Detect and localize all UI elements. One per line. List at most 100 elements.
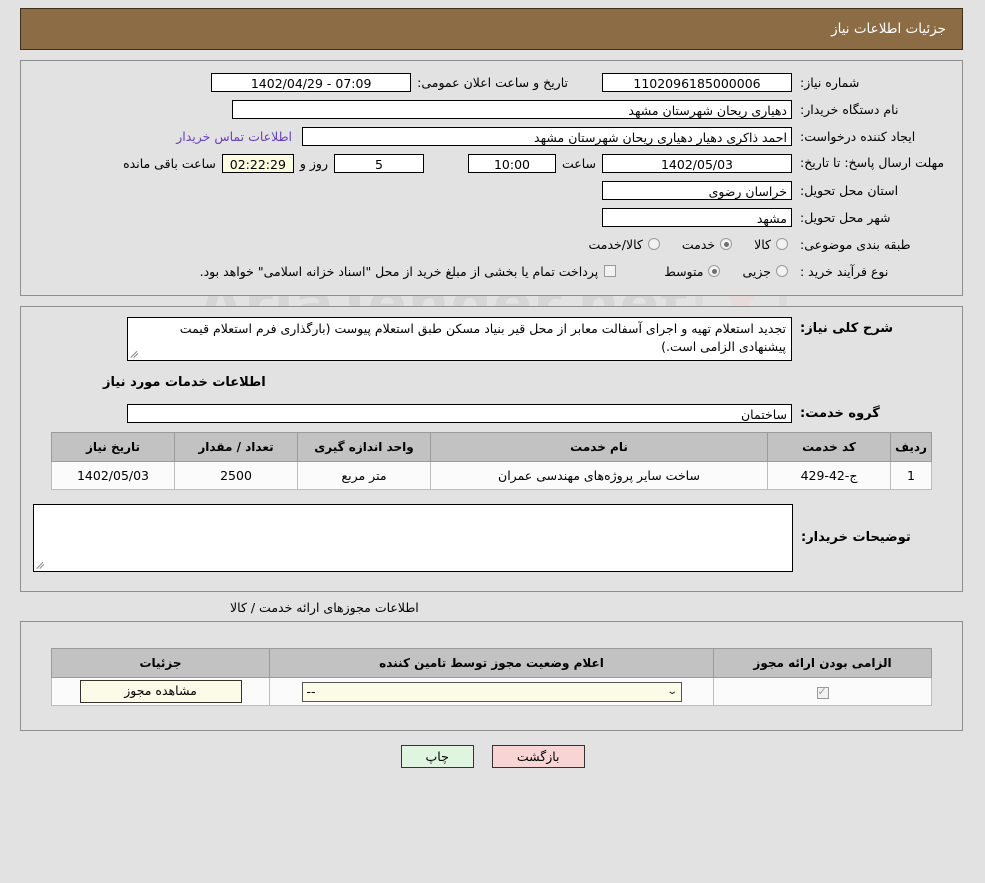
radio-icon-motevaset[interactable] <box>708 265 721 277</box>
announce-datetime-value: 07:09 - 1402/04/29 <box>211 72 412 92</box>
cell-permit-required <box>713 677 932 706</box>
back-button[interactable]: بازگشت <box>491 745 585 768</box>
print-button[interactable]: چاپ <box>400 745 474 768</box>
announce-datetime-label: تاریخ و ساعت اعلان عمومی: <box>417 74 568 90</box>
radio-icon-khedmat[interactable] <box>720 238 733 250</box>
buyer-notes-label: توضیحات خریدار: <box>801 530 911 545</box>
row-need-number: شماره نیاز: 1102096185000006 تاریخ و ساع… <box>33 71 950 93</box>
permit-status-select[interactable]: ⌄ -- <box>301 681 682 702</box>
buyer-contact-link[interactable]: اطلاعات تماس خریدار <box>166 129 302 144</box>
services-table-wrapper: ردیف کد خدمت نام خدمت واحد اندازه گیری ت… <box>51 432 932 490</box>
need-number-label: شماره نیاز: <box>800 74 860 90</box>
services-section-title: اطلاعات خدمات مورد نیاز <box>103 375 266 390</box>
creator-value: احمد ذاکری دهیار دهیاری ریحان شهرستان مش… <box>302 126 792 146</box>
view-permit-button[interactable]: مشاهده مجوز <box>79 680 242 703</box>
category-label: طبقه بندی موضوعی: <box>800 236 911 252</box>
category-option-khedmat-label: خدمت <box>681 236 716 252</box>
permits-table-wrapper: الزامی بودن ارائه مجوز اعلام وضعیت مجوز … <box>51 648 932 706</box>
th-quantity: تعداد / مقدار <box>174 432 298 462</box>
page-header: جزئیات اطلاعات نیاز <box>20 8 963 50</box>
cell-permit-status: ⌄ -- <box>269 677 714 706</box>
buyer-notes-textarea[interactable] <box>33 504 793 572</box>
chevron-down-icon: ⌄ <box>666 685 679 697</box>
countdown-timer: 02:22:29 <box>221 153 294 173</box>
table-row: 1 ج-42-429 ساخت سایر پروژه‌های مهندسی عم… <box>51 461 932 490</box>
cell-unit: متر مربع <box>297 461 431 490</box>
footer-actions: بازگشت چاپ <box>0 745 985 768</box>
payment-text: پرداخت تمام یا بخشی از مبلغ خرید از محل … <box>199 263 599 279</box>
cell-service-name: ساخت سایر پروژه‌های مهندسی عمران <box>430 461 768 490</box>
category-option-kala[interactable]: کالا <box>754 237 788 252</box>
description-label: شرح کلی نیاز: <box>800 321 894 336</box>
services-table-header-row: ردیف کد خدمت نام خدمت واحد اندازه گیری ت… <box>51 432 932 462</box>
permits-table-header-row: الزامی بودن ارائه مجوز اعلام وضعیت مجوز … <box>51 648 932 678</box>
page-title: جزئیات اطلاعات نیاز <box>831 21 946 37</box>
row-description: شرح کلی نیاز: تجدید استعلام تهیه و اجرای… <box>33 317 950 361</box>
cell-permit-details: مشاهده مجوز <box>51 677 270 706</box>
permit-status-value: -- <box>306 683 316 699</box>
row-service-group: گروه خدمت: ساختمان <box>33 402 950 424</box>
category-option-khedmat[interactable]: خدمت <box>681 236 733 252</box>
days-label: روز و <box>299 155 328 171</box>
th-service-name: نام خدمت <box>430 432 768 462</box>
payment-checkbox[interactable] <box>604 265 617 277</box>
row-creator: ایجاد کننده درخواست: احمد ذاکری دهیار ده… <box>33 125 950 147</box>
radio-icon-kala-khedmat[interactable] <box>647 238 660 250</box>
cell-quantity: 2500 <box>174 461 298 490</box>
remaining-days: 5 <box>333 153 424 173</box>
services-table: ردیف کد خدمت نام خدمت واحد اندازه گیری ت… <box>51 432 932 490</box>
hour-label: ساعت <box>561 155 596 171</box>
row-deadline: مهلت ارسال پاسخ: تا تاریخ: 1402/05/03 سا… <box>33 152 950 174</box>
deadline-date: 1402/05/03 <box>602 153 792 173</box>
th-service-code: کد خدمت <box>767 432 891 462</box>
province-value: خراسان رضوی <box>602 180 792 200</box>
row-buyer-notes: توضیحات خریدار: <box>33 504 950 572</box>
description-value: تجدید استعلام تهیه و اجرای آسفالت معابر … <box>179 321 786 354</box>
process-option-jozei[interactable]: جزیی <box>742 264 788 279</box>
process-label: نوع فرآیند خرید : <box>800 263 889 279</box>
process-option-jozei-label: جزیی <box>742 263 771 279</box>
category-option-kala-khedmat-label: کالا/خدمت <box>588 236 643 252</box>
need-info-panel: شماره نیاز: 1102096185000006 تاریخ و ساع… <box>20 60 963 296</box>
deadline-time: 10:00 <box>467 153 556 173</box>
table-row: ⌄ -- مشاهده مجوز <box>51 677 932 706</box>
row-buyer-org: نام دستگاه خریدار: دهیاری ریحان شهرستان … <box>33 98 950 120</box>
row-category: طبقه بندی موضوعی: کالا خدمت کالا/خدمت <box>33 233 950 255</box>
buyer-org-label: نام دستگاه خریدار: <box>800 101 899 117</box>
permits-caption: اطلاعات مجوزهای ارائه خدمت / کالا <box>230 600 419 615</box>
service-group-value: ساختمان <box>127 403 792 423</box>
deadline-label: مهلت ارسال پاسخ: تا تاریخ: <box>800 155 945 170</box>
th-need-date: تاریخ نیاز <box>51 432 175 462</box>
creator-label: ایجاد کننده درخواست: <box>800 128 916 144</box>
resize-grip-icon[interactable] <box>36 560 46 570</box>
permits-panel: الزامی بودن ارائه مجوز اعلام وضعیت مجوز … <box>20 621 963 731</box>
city-value: مشهد <box>602 207 792 227</box>
permit-required-checkbox <box>816 685 829 699</box>
row-process-type: نوع فرآیند خرید : جزیی متوسط پرداخت تمام… <box>33 260 950 282</box>
description-textarea[interactable]: تجدید استعلام تهیه و اجرای آسفالت معابر … <box>127 317 792 361</box>
cell-need-date: 1402/05/03 <box>51 461 175 490</box>
process-option-motevaset[interactable]: متوسط <box>664 263 721 279</box>
permits-table: الزامی بودن ارائه مجوز اعلام وضعیت مجوز … <box>51 648 932 706</box>
th-permit-status: اعلام وضعیت مجوز توسط تامین کننده <box>269 648 714 678</box>
category-option-kala-label: کالا <box>754 236 771 252</box>
city-label: شهر محل تحویل: <box>800 209 891 225</box>
row-city: شهر محل تحویل: مشهد <box>33 206 950 228</box>
process-option-motevaset-label: متوسط <box>664 263 704 279</box>
buyer-org-value: دهیاری ریحان شهرستان مشهد <box>232 99 792 119</box>
category-option-kala-khedmat[interactable]: کالا/خدمت <box>588 236 660 252</box>
permits-caption-wrapper: اطلاعات مجوزهای ارائه خدمت / کالا <box>20 600 963 615</box>
radio-icon-kala[interactable] <box>776 238 788 250</box>
cell-row-no: 1 <box>890 461 932 490</box>
th-unit: واحد اندازه گیری <box>297 432 431 462</box>
th-permit-required: الزامی بودن ارائه مجوز <box>713 648 932 678</box>
countdown-label: ساعت باقی مانده <box>123 155 216 171</box>
need-number-value: 1102096185000006 <box>602 72 792 92</box>
service-group-label: گروه خدمت: <box>800 405 880 421</box>
cell-service-code: ج-42-429 <box>767 461 891 490</box>
resize-grip-icon[interactable] <box>130 349 140 359</box>
row-province: استان محل تحویل: خراسان رضوی <box>33 179 950 201</box>
province-label: استان محل تحویل: <box>800 182 899 198</box>
description-panel: شرح کلی نیاز: تجدید استعلام تهیه و اجرای… <box>20 306 963 592</box>
radio-icon-jozei[interactable] <box>776 265 788 277</box>
